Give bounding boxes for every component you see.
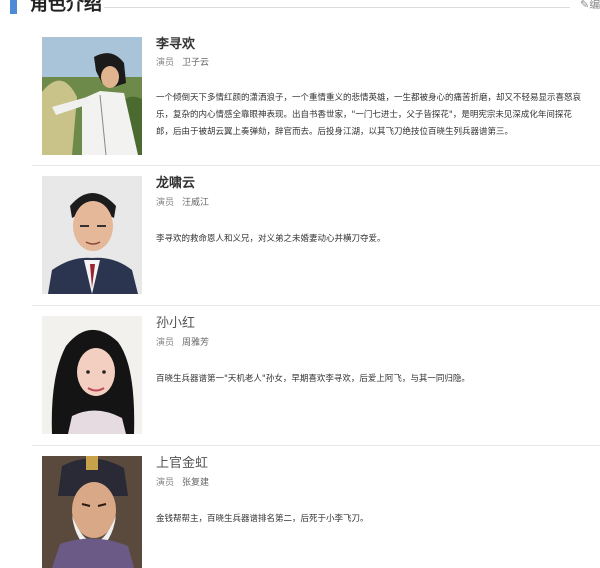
role-name[interactable]: 孙小红 bbox=[156, 316, 195, 332]
actor-line: 演员 张复建 bbox=[156, 477, 209, 489]
role-photo[interactable] bbox=[42, 176, 142, 294]
role-photo[interactable] bbox=[42, 456, 142, 568]
role-name[interactable]: 龙啸云 bbox=[156, 176, 195, 192]
actor-name[interactable]: 张复建 bbox=[182, 478, 209, 488]
role-name[interactable]: 李寻欢 bbox=[156, 37, 195, 53]
role-description: 李寻欢的救命恩人和义兄，对义弟之未婚妻动心并横刀夺爱。 bbox=[156, 234, 386, 244]
role-photo[interactable] bbox=[42, 37, 142, 155]
role-name[interactable]: 上官金虹 bbox=[156, 456, 208, 472]
actor-name[interactable]: 汪威江 bbox=[182, 198, 209, 208]
actor-name[interactable]: 周雅芳 bbox=[182, 338, 209, 348]
role-divider bbox=[32, 305, 600, 306]
role-divider bbox=[32, 165, 600, 166]
actor-label: 演员 bbox=[156, 58, 175, 68]
role-description: 百晓生兵器谱第一"天机老人"孙女，早期喜欢李寻欢，后爱上阿飞，与其一同归隐。 bbox=[156, 374, 470, 384]
actor-label: 演员 bbox=[156, 338, 175, 348]
role-photo[interactable] bbox=[42, 316, 142, 434]
actor-line: 演员 卫子云 bbox=[156, 57, 209, 69]
role-description: 金钱帮帮主，百晓生兵器谱排名第二，后死于小李飞刀。 bbox=[156, 514, 369, 524]
role-description: 一个倾倒天下多情红颜的潇洒浪子，一个重情重义的悲情英雄，一生都被身心的痛苦折磨，… bbox=[156, 93, 582, 137]
actor-line: 演员 周雅芳 bbox=[156, 337, 209, 349]
actor-line: 演员 汪威江 bbox=[156, 197, 209, 209]
actor-label: 演员 bbox=[156, 478, 175, 488]
actor-name[interactable]: 卫子云 bbox=[182, 58, 209, 68]
role-divider bbox=[32, 445, 600, 446]
role-list: 李寻欢 演员 卫子云 一个倾倒天下多情红颜的潇洒浪子，一个重情重义的悲情英雄，一生… bbox=[0, 0, 600, 568]
actor-label: 演员 bbox=[156, 198, 175, 208]
